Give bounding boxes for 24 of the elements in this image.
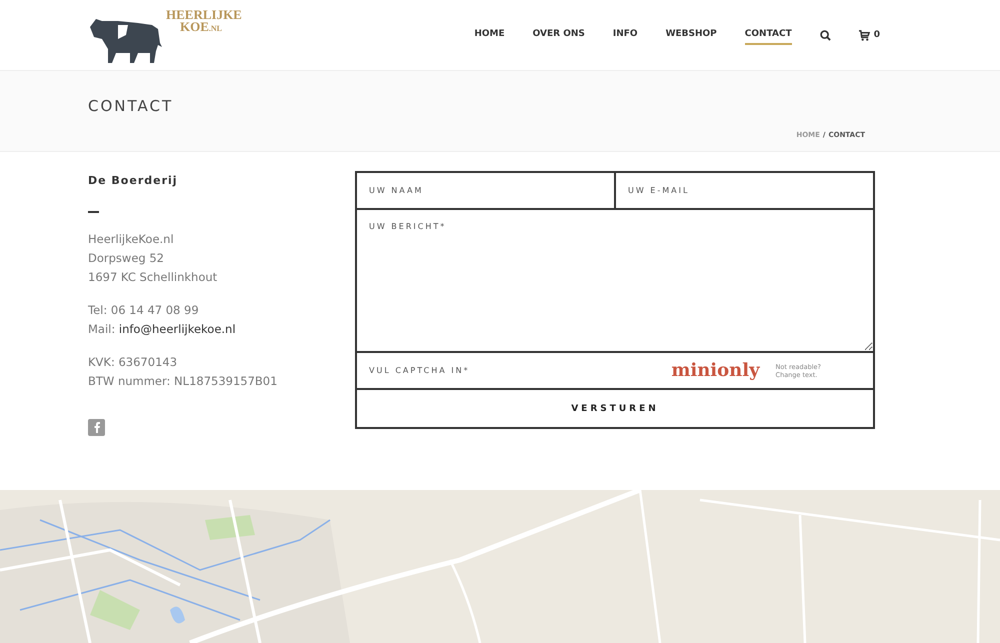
message-field[interactable]: UW BERICHT* [355,208,875,353]
nav-link[interactable]: CONTACT [744,25,792,45]
search-icon[interactable] [820,30,831,40]
mail-label: Mail: [88,322,116,336]
cart-icon[interactable] [858,30,870,40]
address-line: Dorpsweg 52 [88,250,165,267]
email-field[interactable]: UW E-MAIL [614,171,875,210]
captcha-image: minionly [671,360,760,381]
phone-text: Tel: 06 14 47 08 99 [88,302,200,319]
nav-link[interactable]: OVER ONS [532,25,585,45]
vat-number-text: BTW nummer: NL187539157B01 [88,373,278,390]
name-field[interactable]: UW NAAM [355,171,616,210]
nav-link[interactable]: HOME [474,25,505,45]
cart-count: 0 [874,30,880,40]
nav-link[interactable]: INFO [612,25,638,45]
page-title: CONTACT [88,97,174,115]
facebook-icon[interactable] [88,419,105,436]
kvk-text: KVK: 63670143 [88,354,178,371]
address-line: HeerlijkeKoe.nl [88,231,175,248]
email-link[interactable]: info@heerlijkekoe.nl [118,322,236,336]
section-heading: De Boerderij [88,174,179,187]
address-line: 1697 KC Schellinkhout [88,269,218,286]
send-button[interactable]: VERSTUREN [355,388,875,429]
nav-link[interactable]: WEBSHOP [666,25,717,45]
